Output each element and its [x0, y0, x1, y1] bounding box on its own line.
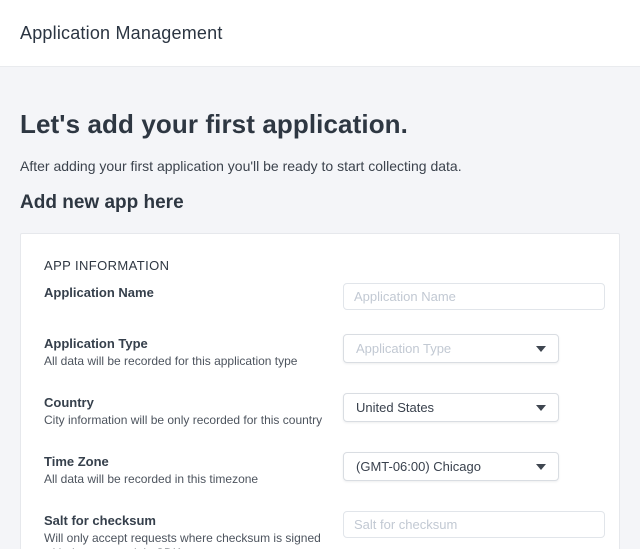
app-information-section-title: APP INFORMATION	[44, 258, 605, 273]
page-title: Application Management	[20, 23, 223, 44]
country-label: Country	[44, 395, 323, 411]
country-sublabel: City information will be only recorded f…	[44, 413, 323, 428]
main-content: Let's add your first application. After …	[0, 67, 640, 549]
app-information-card: APP INFORMATION Application Name Applica…	[20, 233, 620, 549]
form-row-time-zone: Time Zone All data will be recorded in t…	[44, 452, 605, 487]
time-zone-dropdown[interactable]: (GMT-06:00) Chicago	[343, 452, 559, 481]
time-zone-label: Time Zone	[44, 454, 323, 470]
add-app-section-heading: Add new app here	[20, 190, 620, 216]
application-type-dropdown-value: Application Type	[356, 341, 528, 356]
application-name-label: Application Name	[44, 285, 323, 301]
salt-for-checksum-label: Salt for checksum	[44, 513, 323, 529]
top-header-bar: Application Management	[0, 0, 640, 67]
chevron-down-icon	[536, 464, 546, 470]
application-type-sublabel: All data will be recorded for this appli…	[44, 354, 323, 369]
intro-heading: Let's add your first application.	[20, 107, 620, 141]
form-row-application-name: Application Name	[44, 283, 605, 310]
time-zone-dropdown-value: (GMT-06:00) Chicago	[356, 459, 528, 474]
intro-subheading: After adding your first application you'…	[20, 157, 620, 176]
salt-for-checksum-input[interactable]	[343, 511, 605, 538]
country-dropdown[interactable]: United States	[343, 393, 559, 422]
time-zone-sublabel: All data will be recorded in this timezo…	[44, 472, 323, 487]
salt-for-checksum-sublabel: Will only accept requests where checksum…	[44, 531, 323, 549]
form-row-country: Country City information will be only re…	[44, 393, 605, 428]
chevron-down-icon	[536, 346, 546, 352]
form-row-salt-for-checksum: Salt for checksum Will only accept reque…	[44, 511, 605, 549]
chevron-down-icon	[536, 405, 546, 411]
application-type-label: Application Type	[44, 336, 323, 352]
form-row-application-type: Application Type All data will be record…	[44, 334, 605, 369]
application-name-input[interactable]	[343, 283, 605, 310]
country-dropdown-value: United States	[356, 400, 528, 415]
application-type-dropdown[interactable]: Application Type	[343, 334, 559, 363]
